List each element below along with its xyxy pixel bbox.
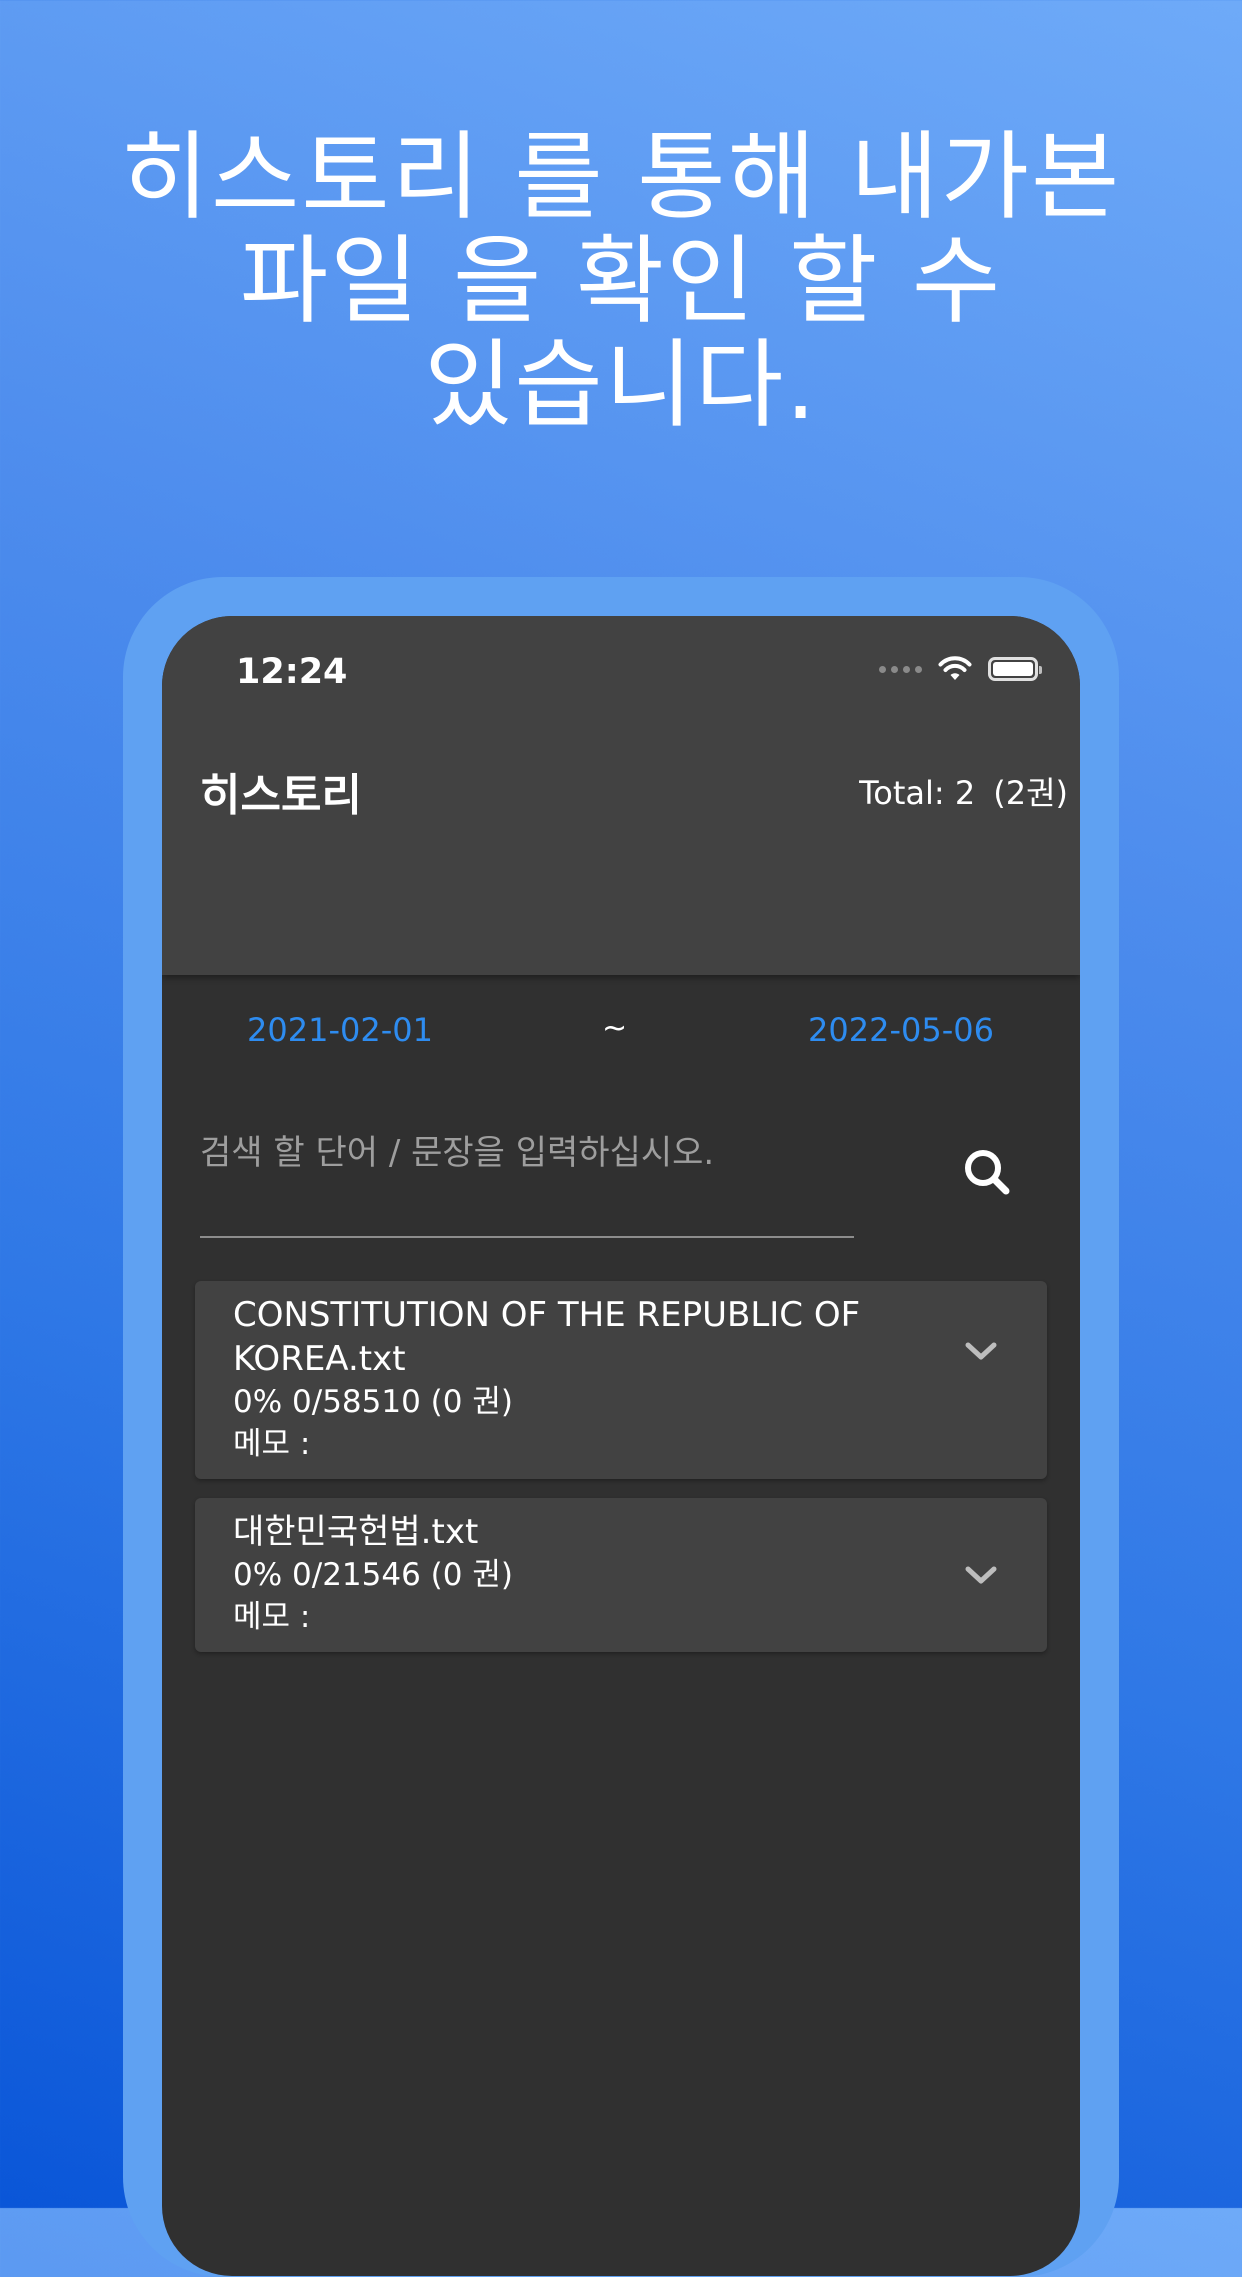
wifi-icon xyxy=(938,656,972,680)
search-input[interactable] xyxy=(200,1123,854,1183)
total-volumes: (2권) xyxy=(993,774,1068,812)
status-time: 12:24 xyxy=(236,652,348,692)
promo-line-1: 히스토리 를 통해 내가본 xyxy=(120,121,1122,233)
promo-line-3: 있습니다. xyxy=(424,329,818,441)
history-item-filename: CONSTITUTION OF THE REPUBLIC OF KOREA.tx… xyxy=(233,1295,861,1379)
chevron-down-icon[interactable] xyxy=(963,1563,999,1587)
app-bar: 12:24 히스토리 Total: 2 (2권) xyxy=(162,616,1080,975)
promo-line-2: 파일 을 확인 할 수 xyxy=(239,225,1003,337)
total-label: Total: 2 xyxy=(859,774,976,812)
history-item-content: 대한민국헌법.txt 0% 0/21546 (0 권) 메모 : xyxy=(233,1510,893,1638)
phone-screen: 12:24 히스토리 Total: 2 (2권) 2021-02-01 ~ 202… xyxy=(162,616,1080,2276)
history-item[interactable]: CONSTITUTION OF THE REPUBLIC OF KOREA.tx… xyxy=(195,1281,1047,1479)
cellular-signal-icon xyxy=(879,665,922,673)
history-item-progress: 0% 0/21546 (0 권) xyxy=(233,1557,513,1593)
promo-headline: 히스토리 를 통해 내가본 파일 을 확인 할 수 있습니다. xyxy=(0,125,1242,437)
status-indicators xyxy=(879,656,1042,682)
history-item-content: CONSTITUTION OF THE REPUBLIC OF KOREA.tx… xyxy=(233,1293,893,1465)
date-range-separator: ~ xyxy=(602,1011,628,1046)
search-button[interactable] xyxy=(958,1143,1018,1203)
history-item-progress: 0% 0/58510 (0 권) xyxy=(233,1384,513,1420)
end-date-picker[interactable]: 2022-05-06 xyxy=(808,1011,994,1049)
page-title: 히스토리 xyxy=(200,770,362,821)
search-underline xyxy=(200,1236,854,1238)
start-date-picker[interactable]: 2021-02-01 xyxy=(247,1011,433,1049)
battery-icon xyxy=(988,657,1042,681)
history-item-memo: 메모 : xyxy=(233,1599,311,1635)
total-count: Total: 2 (2권) xyxy=(859,768,1068,814)
search-icon xyxy=(965,1150,1010,1195)
history-item[interactable]: 대한민국헌법.txt 0% 0/21546 (0 권) 메모 : xyxy=(195,1498,1047,1652)
history-item-memo: 메모 : xyxy=(233,1426,311,1462)
chevron-down-icon[interactable] xyxy=(963,1339,999,1363)
history-item-filename: 대한민국헌법.txt xyxy=(233,1512,479,1552)
